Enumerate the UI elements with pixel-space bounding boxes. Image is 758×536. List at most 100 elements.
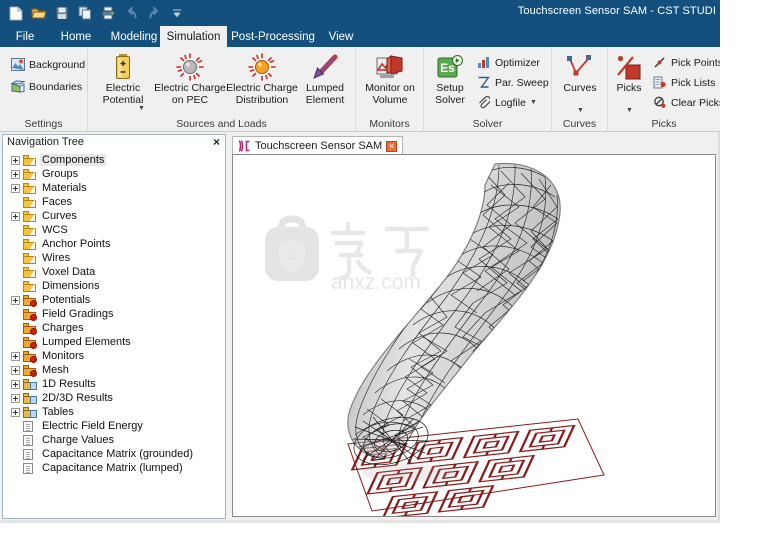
tree-item-tables[interactable]: Tables xyxy=(3,405,225,419)
curves-icon xyxy=(565,51,595,81)
tree-item-electric-field-energy[interactable]: Electric Field Energy xyxy=(3,419,225,433)
tree-item-components[interactable]: Components xyxy=(3,153,225,167)
tab-post-processing[interactable]: Post-Processing xyxy=(227,26,319,47)
lumped-element-button[interactable]: Lumped Element xyxy=(298,51,352,115)
par-sweep-button[interactable]: Par. Sweep xyxy=(476,73,549,92)
tree-item-field-gradings[interactable]: Field Gradings xyxy=(3,307,225,321)
folder-result-icon xyxy=(23,378,37,390)
tree-item-charges[interactable]: Charges xyxy=(3,321,225,335)
logfile-button[interactable]: Logfile ▼ xyxy=(476,93,537,112)
electric-charge-distribution-label: Electric Charge Distribution xyxy=(226,82,298,106)
picks-dropdown-icon[interactable]: ▼ xyxy=(626,107,633,114)
customize-qat-icon[interactable] xyxy=(167,3,187,23)
tab-modeling[interactable]: Modeling xyxy=(100,26,168,47)
redo-icon[interactable] xyxy=(144,3,164,23)
expand-icon[interactable] xyxy=(11,183,20,193)
curves-label: Curves xyxy=(563,82,597,94)
background-button[interactable]: Background xyxy=(10,55,85,74)
optimizer-button[interactable]: Optimizer xyxy=(476,53,540,72)
tree-item-label: Components xyxy=(40,154,107,166)
navigation-tree[interactable]: Components Groups Materials Faces Curves WCS A… xyxy=(3,152,225,518)
boundaries-button[interactable]: Boundaries xyxy=(10,77,82,96)
tab-view[interactable]: View xyxy=(320,26,362,47)
3d-viewport[interactable]: 安 anxz.com xyxy=(232,154,716,517)
tree-item-curves[interactable]: Curves xyxy=(3,209,225,223)
quick-access-toolbar xyxy=(6,3,187,23)
navigation-tree-panel: Navigation Tree × Components Groups Materi… xyxy=(2,134,226,519)
print-icon[interactable] xyxy=(98,3,118,23)
expand-icon[interactable] xyxy=(11,295,20,305)
tree-item-label: Materials xyxy=(42,182,87,194)
tree-item-dimensions[interactable]: Dimensions xyxy=(3,279,225,293)
picks-label: Picks xyxy=(616,82,642,94)
curves-button[interactable]: Curves xyxy=(552,51,608,115)
expand-icon[interactable] xyxy=(11,365,20,375)
tree-item-monitors[interactable]: Monitors xyxy=(3,349,225,363)
picks-button[interactable]: Picks xyxy=(608,51,650,115)
close-icon[interactable]: × xyxy=(213,136,220,149)
tree-item-faces[interactable]: Faces xyxy=(3,195,225,209)
document-tab-touchscreen-sensor-sam[interactable]: Touchscreen Sensor SAM × xyxy=(232,136,404,155)
tree-item-2d-3d-results[interactable]: 2D/3D Results xyxy=(3,391,225,405)
save-icon[interactable] xyxy=(52,3,72,23)
ribbon-group-monitors: Monitor on Volume Monitors xyxy=(356,47,424,132)
table-sheet-icon xyxy=(23,448,37,460)
open-icon[interactable] xyxy=(29,3,49,23)
expand-icon[interactable] xyxy=(11,169,20,179)
tree-item-voxel-data[interactable]: Voxel Data xyxy=(3,265,225,279)
ribbon-group-label-settings: Settings xyxy=(24,118,63,130)
par-sweep-icon xyxy=(476,75,491,90)
monitor-on-volume-button[interactable]: Monitor on Volume xyxy=(358,51,422,115)
electric-charge-distribution-button[interactable]: Electric Charge Distribution xyxy=(226,51,298,115)
expand-icon[interactable] xyxy=(11,379,20,389)
tree-item-wires[interactable]: Wires xyxy=(3,251,225,265)
tree-item-1d-results[interactable]: 1D Results xyxy=(3,377,225,391)
folder-icon xyxy=(23,252,37,264)
tree-item-materials[interactable]: Materials xyxy=(3,181,225,195)
folder-icon xyxy=(23,210,37,222)
pick-lists-dropdown-icon[interactable]: ▼ xyxy=(719,79,720,86)
folder-gear-icon xyxy=(23,364,37,377)
tree-item-label: Lumped Elements xyxy=(42,336,131,348)
undo-icon[interactable] xyxy=(121,3,141,23)
setup-solver-button[interactable]: Es Setup Solver xyxy=(426,51,474,115)
logfile-dropdown-icon[interactable]: ▼ xyxy=(530,99,537,106)
electric-potential-dropdown-icon[interactable]: ▼ xyxy=(138,105,145,112)
table-sheet-icon xyxy=(23,420,37,432)
expand-icon[interactable] xyxy=(11,351,20,361)
tab-home[interactable]: Home xyxy=(52,26,100,47)
folder-icon xyxy=(23,266,37,278)
tree-item-capacitance-matrix-lumped[interactable]: Capacitance Matrix (lumped) xyxy=(3,461,225,475)
document-tab-label: Touchscreen Sensor SAM xyxy=(255,140,383,152)
setup-solver-label: Setup Solver xyxy=(435,82,465,106)
curves-dropdown-icon[interactable]: ▼ xyxy=(577,107,584,114)
tree-item-anchor-points[interactable]: Anchor Points xyxy=(3,237,225,251)
ribbon-group-picks: Picks ▼ Pick Points ▼ Pick Lists ▼ xyxy=(608,47,720,132)
clear-picks-button[interactable]: Clear Picks xyxy=(652,93,720,112)
copy-icon[interactable] xyxy=(75,3,95,23)
tab-simulation[interactable]: Simulation xyxy=(160,26,227,47)
tree-item-wcs[interactable]: WCS xyxy=(3,223,225,237)
expand-icon[interactable] xyxy=(11,407,20,417)
tree-item-label: Monitors xyxy=(42,350,85,362)
ribbon-group-settings: Background Boundaries Settings xyxy=(0,47,88,132)
clear-picks-label: Clear Picks xyxy=(671,96,720,109)
tree-item-label: Capacitance Matrix (grounded) xyxy=(42,448,194,460)
expand-icon[interactable] xyxy=(11,155,20,165)
tab-file[interactable]: File xyxy=(6,26,44,47)
tree-item-capacitance-matrix-grounded[interactable]: Capacitance Matrix (grounded) xyxy=(3,447,225,461)
electric-charge-on-pec-button[interactable]: Electric Charge on PEC xyxy=(154,51,226,115)
pick-lists-button[interactable]: Pick Lists ▼ xyxy=(652,73,720,92)
tree-item-mesh[interactable]: Mesh xyxy=(3,363,225,377)
tree-item-potentials[interactable]: Potentials xyxy=(3,293,225,307)
tree-item-label: Voxel Data xyxy=(42,266,96,278)
tree-item-charge-values[interactable]: Charge Values xyxy=(3,433,225,447)
new-icon[interactable] xyxy=(6,3,26,23)
expand-icon[interactable] xyxy=(11,211,20,221)
expand-icon[interactable] xyxy=(11,393,20,403)
tree-item-lumped-elements[interactable]: Lumped Elements xyxy=(3,335,225,349)
pick-points-button[interactable]: Pick Points ▼ xyxy=(652,53,720,72)
close-icon[interactable]: × xyxy=(386,140,398,152)
tree-item-groups[interactable]: Groups xyxy=(3,167,225,181)
lumped-element-icon xyxy=(311,51,339,81)
